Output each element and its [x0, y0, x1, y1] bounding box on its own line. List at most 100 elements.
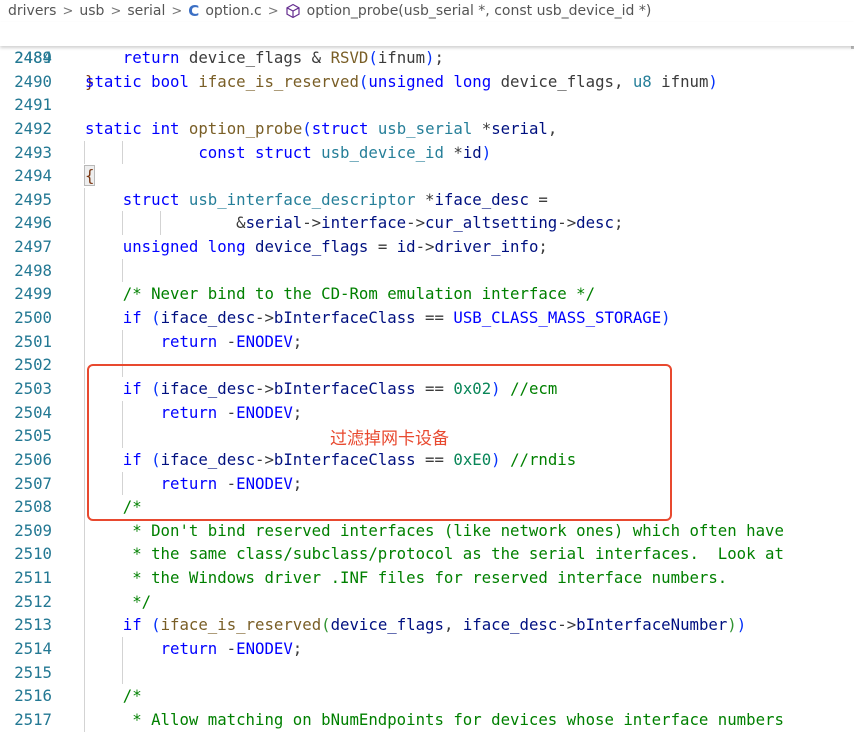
code-line[interactable]: 2493 const struct usb_device_id *id): [0, 140, 854, 165]
indent-guide: [84, 660, 85, 685]
code-token: ;: [613, 213, 624, 233]
breadcrumb-item-symbol[interactable]: option_probe(usb_serial *, const usb_dev…: [307, 3, 652, 19]
indent-guide: [121, 211, 123, 236]
code-token: cur_altsetting: [425, 213, 558, 233]
code-token: iface_desc: [434, 189, 529, 209]
code-line[interactable]: 2494 {: [0, 164, 854, 188]
indent-guide: [84, 471, 85, 496]
code-token: ;: [434, 48, 444, 67]
code-line[interactable]: 2498: [0, 258, 854, 283]
line-number: 2509: [14, 520, 52, 540]
sticky-code-line[interactable]: 2484 static bool iface_is_reserved(unsig…: [0, 22, 854, 91]
indent-guide: [84, 542, 85, 567]
code-token: bInterfaceNumber: [576, 615, 728, 635]
code-text: if (iface_is_reserved(device_flags, ifac…: [85, 613, 746, 637]
line-number: 2516: [14, 686, 52, 706]
code-line[interactable]: 2501 return -ENODEV;: [0, 329, 854, 354]
line-number: 2512: [14, 591, 52, 611]
indent-guide: [84, 613, 85, 638]
line-number: 2503: [14, 378, 52, 398]
code-token: ->: [406, 213, 426, 233]
code-line[interactable]: 2517 * Allow matching on bNumEndpoints f…: [0, 707, 854, 732]
line-number: 2495: [14, 189, 52, 209]
code-line[interactable]: 2496 &serial->interface->cur_altsetting-…: [0, 211, 854, 236]
breadcrumb-item-usb[interactable]: usb: [79, 3, 104, 19]
indent-guide: [121, 660, 123, 685]
code-token: ): [661, 308, 671, 328]
breadcrumb-item-drivers[interactable]: drivers: [8, 3, 56, 19]
code-text: * the same class/subclass/protocol as th…: [85, 542, 784, 566]
code-token: /*: [122, 686, 142, 706]
code-line[interactable]: 2510 * the same class/subclass/protocol …: [0, 542, 854, 567]
code-token: (: [151, 308, 161, 328]
code-token: usb_interface_descriptor: [188, 189, 416, 209]
indent-guide: [84, 518, 85, 543]
code-line[interactable]: 2500 if (iface_desc->bInterfaceClass == …: [0, 306, 854, 330]
code-line[interactable]: 2515: [0, 660, 854, 685]
indent-guide: [84, 495, 85, 519]
code-token: return: [160, 331, 218, 351]
code-token: static: [85, 118, 142, 138]
code-token: iface_desc: [160, 308, 256, 328]
code-token: int: [151, 118, 180, 138]
code-token: ->: [557, 615, 577, 635]
line-number: 2497: [14, 237, 52, 257]
indent-guide: [84, 211, 85, 236]
code-token: return: [160, 639, 218, 659]
code-token: ,: [547, 118, 558, 138]
code-text: unsigned long device_flags = id->driver_…: [85, 235, 548, 259]
indent-guide: [84, 566, 85, 590]
code-line[interactable]: 2497 unsigned long device_flags = id->dr…: [0, 235, 854, 259]
indent-guide: [84, 306, 85, 330]
code-token: serial: [245, 213, 303, 233]
code-line[interactable]: 2492 static int option_probe(struct usb_s…: [0, 117, 854, 141]
code-token: bool: [151, 72, 189, 91]
code-token: u8: [632, 72, 652, 91]
scrollbar[interactable]: [844, 22, 854, 755]
code-token: ->: [302, 213, 322, 233]
code-line[interactable]: 2509 * Don't bind reserved interfaces (l…: [0, 518, 854, 543]
code-text: * Allow matching on bNumEndpoints for de…: [85, 708, 784, 732]
code-token: USB_CLASS_MASS_STORAGE: [453, 308, 662, 328]
code-token: (: [358, 72, 369, 91]
indent-guide: [84, 258, 85, 283]
code-token: id: [462, 142, 482, 162]
indent-guide: [84, 282, 85, 307]
code-token: ENODEV: [236, 331, 293, 351]
line-number: 2511: [14, 568, 52, 588]
chevron-right-icon: >: [110, 3, 122, 19]
breadcrumb-item-file[interactable]: option.c: [205, 3, 261, 19]
code-line[interactable]: 2512 */: [0, 589, 854, 614]
code-token: * the Windows driver .INF files for rese…: [122, 568, 728, 588]
line-number: 2508: [14, 497, 52, 517]
code-line[interactable]: 2495 struct usb_interface_descriptor *if…: [0, 187, 854, 212]
code-token: ifnum: [377, 48, 426, 67]
indent-guide: [84, 376, 85, 401]
code-line[interactable]: 2516 /*: [0, 684, 854, 708]
code-token: usb_device_id: [321, 142, 444, 162]
code-line[interactable]: 2514 return -ENODEV;: [0, 637, 854, 661]
code-line[interactable]: 2513 if (iface_is_reserved(device_flags,…: [0, 613, 854, 638]
code-line[interactable]: 2489 return device_flags & RSVD(ifnum);: [0, 46, 854, 70]
code-line[interactable]: 2511 * the Windows driver .INF files for…: [0, 566, 854, 590]
code-token: interface: [321, 213, 407, 233]
code-token: ;: [292, 331, 303, 351]
indent-guide: [84, 684, 85, 708]
code-line[interactable]: 2499 /* Never bind to the CD-Rom emulati…: [0, 282, 854, 307]
sticky-scroll-header[interactable]: 2484 static bool iface_is_reserved(unsig…: [0, 22, 854, 91]
code-token: device_flags: [255, 237, 369, 257]
code-token: struct: [122, 189, 180, 209]
code-token: (: [321, 615, 331, 635]
code-line[interactable]: 2491: [0, 93, 854, 117]
code-token: device_flags,: [491, 72, 633, 91]
code-token: bInterfaceClass: [273, 308, 416, 328]
breadcrumb-item-serial[interactable]: serial: [127, 3, 165, 19]
line-number: 2504: [14, 402, 52, 422]
